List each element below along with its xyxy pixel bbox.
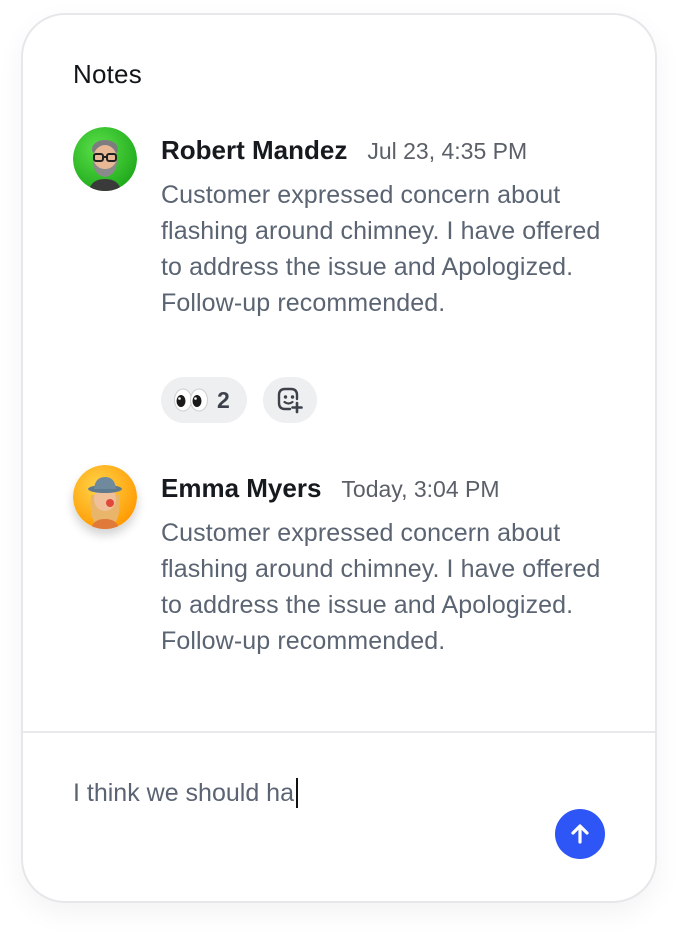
eyes-emoji-icon bbox=[173, 387, 209, 413]
reaction-chip-eyes[interactable]: 2 bbox=[161, 377, 247, 423]
note-text: Customer expressed concern about flashin… bbox=[161, 181, 601, 317]
avatar[interactable] bbox=[73, 127, 137, 191]
panel-title: Notes bbox=[73, 59, 142, 89]
send-button[interactable] bbox=[555, 809, 605, 859]
note-header: Robert Mandez Jul 23, 4:35 PM bbox=[161, 135, 527, 166]
memoji-man-glasses-icon bbox=[73, 127, 137, 191]
composer-divider bbox=[23, 731, 655, 733]
note-text: Customer expressed concern about flashin… bbox=[161, 519, 601, 655]
arrow-up-icon bbox=[568, 822, 592, 846]
note-timestamp: Today, 3:04 PM bbox=[341, 476, 500, 502]
reactions-row: 2 bbox=[161, 377, 317, 423]
avatar[interactable] bbox=[73, 465, 137, 529]
reaction-count: 2 bbox=[217, 386, 230, 413]
add-reaction-icon bbox=[275, 385, 305, 415]
add-reaction-button[interactable] bbox=[263, 377, 317, 423]
memoji-woman-hat-icon bbox=[73, 465, 137, 529]
note-input[interactable]: I think we should ha bbox=[73, 773, 593, 813]
author-name: Emma Myers bbox=[161, 473, 322, 503]
text-caret bbox=[295, 778, 298, 808]
note-header: Emma Myers Today, 3:04 PM bbox=[161, 473, 500, 504]
note-timestamp: Jul 23, 4:35 PM bbox=[367, 138, 528, 164]
author-name: Robert Mandez bbox=[161, 135, 348, 165]
note-input-value: I think we should ha bbox=[73, 778, 294, 807]
notes-panel: Notes Robert Mandez Jul 23, 4:35 PM Cust… bbox=[21, 13, 657, 903]
